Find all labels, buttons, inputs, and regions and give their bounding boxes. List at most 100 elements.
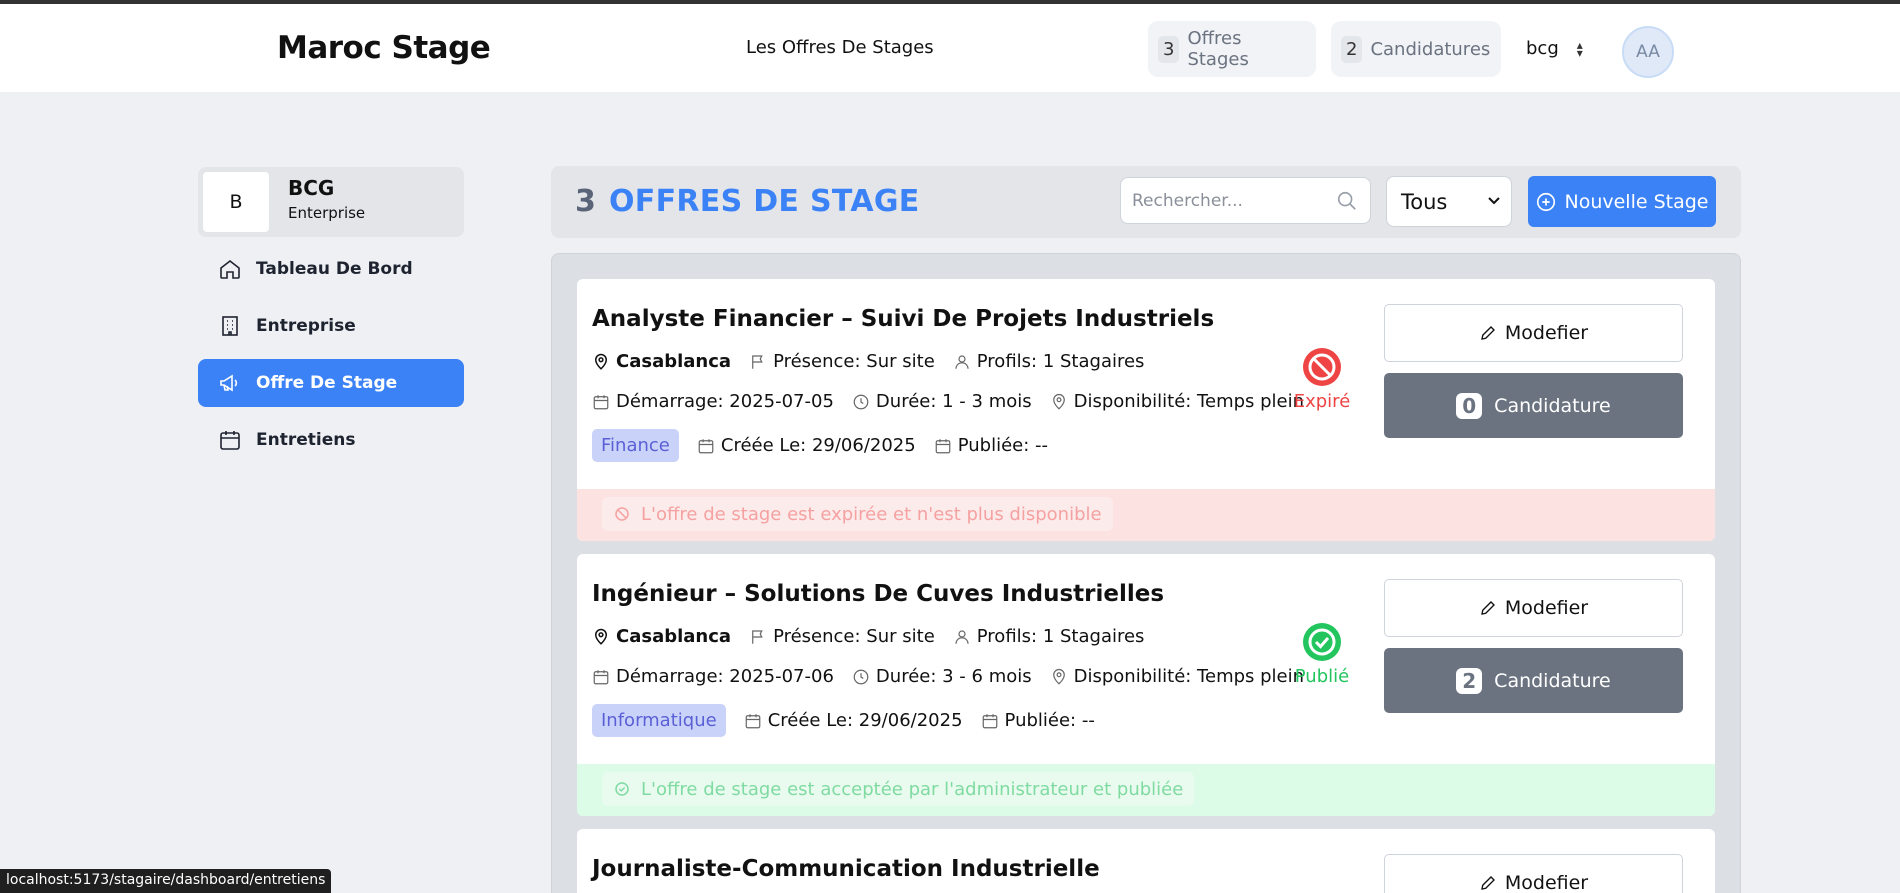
candidature-label: Candidature: [1494, 394, 1611, 417]
sidebar-item-tableau-de-bord[interactable]: Tableau De Bord: [198, 245, 464, 293]
notice-pill: L'offre de stage est acceptée par l'admi…: [602, 772, 1195, 806]
offer-title: Journaliste-Communication Industrielle: [592, 856, 1100, 882]
map-pin-icon: [1052, 393, 1065, 410]
building-icon: [222, 316, 238, 336]
calendar-icon: [220, 431, 240, 450]
new-stage-button[interactable]: Nouvelle Stage: [1528, 176, 1716, 227]
offer-published-text: Publiée: --: [1004, 710, 1095, 731]
offer-start-date: Démarrage: 2025-07-05: [592, 391, 834, 412]
map-pin-icon: [594, 353, 608, 370]
user-icon: [955, 354, 969, 369]
company-select[interactable]: bcg ▴ ▾: [1526, 38, 1583, 59]
user-icon: [955, 629, 969, 644]
company-type: Enterprise: [288, 204, 366, 222]
brand-logo[interactable]: Maroc Stage: [277, 30, 491, 66]
offers-header: 3 OFFRES DE STAGE Rechercher... Tous Nou…: [551, 166, 1741, 238]
offer-title: Analyste Financier – Suivi De Projets In…: [592, 306, 1215, 332]
offer-profils: Profils: 1 Stagaires: [953, 626, 1144, 647]
sidebar-item-label: Entreprise: [256, 316, 356, 336]
offers-count: 3: [575, 184, 596, 219]
page-title: OFFRES DE STAGE: [609, 184, 920, 219]
offer-presence-text: Présence: Sur site: [773, 626, 935, 647]
candidatures-button[interactable]: 2 Candidatures: [1331, 21, 1501, 77]
status-filter-select[interactable]: Tous: [1386, 176, 1512, 227]
offer-start-text: Démarrage: 2025-07-05: [616, 391, 834, 412]
offer-city: Casablanca: [592, 626, 731, 647]
map-pin-icon: [594, 628, 608, 645]
modify-label: Modefier: [1504, 597, 1589, 619]
offer-meta-row: Démarrage: 2025-07-06 Durée: 3 - 6 mois …: [592, 666, 1304, 687]
offer-card: Analyste Financier – Suivi De Projets In…: [577, 279, 1715, 541]
offer-availability: Disponibilité: Temps plein: [1050, 391, 1304, 412]
offer-city-text: Casablanca: [616, 626, 732, 647]
modify-button[interactable]: Modefier: [1384, 304, 1683, 362]
sidebar-item-label: Tableau De Bord: [256, 259, 413, 279]
clock-icon: [853, 669, 869, 684]
nav-link-offres[interactable]: Les Offres De Stages: [746, 37, 934, 58]
company-card: B BCG Enterprise: [198, 167, 464, 237]
status-label: Publié: [1294, 666, 1350, 687]
candidature-button[interactable]: 0 Candidature: [1384, 373, 1683, 438]
company-name: BCG: [288, 176, 335, 200]
offer-city: Casablanca: [592, 351, 731, 372]
offer-meta-row: Finance Créée Le: 29/06/2025 Publiée: --: [592, 429, 1048, 462]
offer-created-date: Créée Le: 29/06/2025: [697, 435, 916, 456]
offer-meta-row: Démarrage: 2025-07-05 Durée: 1 - 3 mois …: [592, 391, 1304, 412]
modify-label: Modefier: [1504, 872, 1589, 893]
offer-duration-text: Durée: 1 - 3 mois: [875, 391, 1032, 412]
offer-category-tag: Informatique: [592, 704, 726, 737]
calendar-icon: [745, 713, 761, 728]
modify-button[interactable]: Modefier: [1384, 579, 1683, 637]
map-pin-icon: [1052, 668, 1065, 685]
offer-profils: Profils: 1 Stagaires: [953, 351, 1144, 372]
browser-status-url: localhost:5173/stagaire/dashboard/entret…: [0, 869, 332, 893]
offer-presence: Présence: Sur site: [749, 626, 935, 647]
chevron-down-icon: [1488, 197, 1500, 205]
calendar-icon: [698, 438, 714, 453]
search-placeholder: Rechercher...: [1132, 191, 1243, 211]
candidature-button[interactable]: 2 Candidature: [1384, 648, 1683, 713]
new-stage-label: Nouvelle Stage: [1564, 190, 1709, 213]
forbidden-icon: [615, 507, 629, 521]
sidebar-item-label: Offre De Stage: [256, 373, 398, 393]
status-badge: Publié: [1277, 622, 1367, 687]
status-badge: Expiré: [1277, 347, 1367, 412]
calendar-icon: [593, 394, 609, 409]
offer-category-tag: Finance: [592, 429, 679, 462]
offer-card: Ingénieur – Solutions De Cuves Industrie…: [577, 554, 1715, 816]
sidebar-item-entreprise[interactable]: Entreprise: [198, 302, 464, 350]
modify-label: Modefier: [1504, 322, 1589, 344]
offer-title: Ingénieur – Solutions De Cuves Industrie…: [592, 581, 1165, 607]
sidebar-item-entretiens[interactable]: Entretiens: [198, 416, 464, 464]
offer-duration: Durée: 1 - 3 mois: [852, 391, 1032, 412]
offer-created-text: Créée Le: 29/06/2025: [767, 710, 963, 731]
flag-icon: [752, 354, 763, 369]
offer-start-date: Démarrage: 2025-07-06: [592, 666, 834, 687]
offer-presence-text: Présence: Sur site: [773, 351, 935, 372]
offer-created-text: Créée Le: 29/06/2025: [720, 435, 916, 456]
clock-icon: [853, 394, 869, 409]
offer-meta-row: Casablanca Présence: Sur site Profils: 1…: [592, 351, 1144, 372]
updown-chevron-icon: ▴ ▾: [1576, 37, 1583, 60]
offer-duration: Durée: 3 - 6 mois: [852, 666, 1032, 687]
search-input[interactable]: Rechercher...: [1120, 177, 1371, 224]
offres-stages-button[interactable]: 3 Offres Stages: [1148, 21, 1316, 77]
modify-button[interactable]: Modefier: [1384, 854, 1683, 893]
candidatures-count-badge: 2: [1341, 35, 1363, 63]
check-circle-icon: [1303, 623, 1341, 661]
pencil-icon: [1481, 601, 1495, 615]
candidatures-label: Candidatures: [1370, 38, 1491, 60]
status-label: Expiré: [1293, 391, 1351, 412]
candidature-label: Candidature: [1494, 669, 1611, 692]
pencil-icon: [1481, 326, 1495, 340]
offer-presence: Présence: Sur site: [749, 351, 935, 372]
user-avatar[interactable]: AA: [1622, 26, 1674, 78]
candidature-count-badge: 0: [1456, 392, 1483, 419]
notice-text: L'offre de stage est expirée et n'est pl…: [641, 503, 1102, 525]
flag-icon: [752, 629, 763, 644]
offer-start-text: Démarrage: 2025-07-06: [616, 666, 834, 687]
offer-published-date: Publiée: --: [934, 435, 1048, 456]
company-select-value: bcg: [1526, 38, 1559, 59]
sidebar-item-offre-de-stage[interactable]: Offre De Stage: [198, 359, 464, 407]
offer-meta-row: Informatique Créée Le: 29/06/2025 Publié…: [592, 704, 1095, 737]
